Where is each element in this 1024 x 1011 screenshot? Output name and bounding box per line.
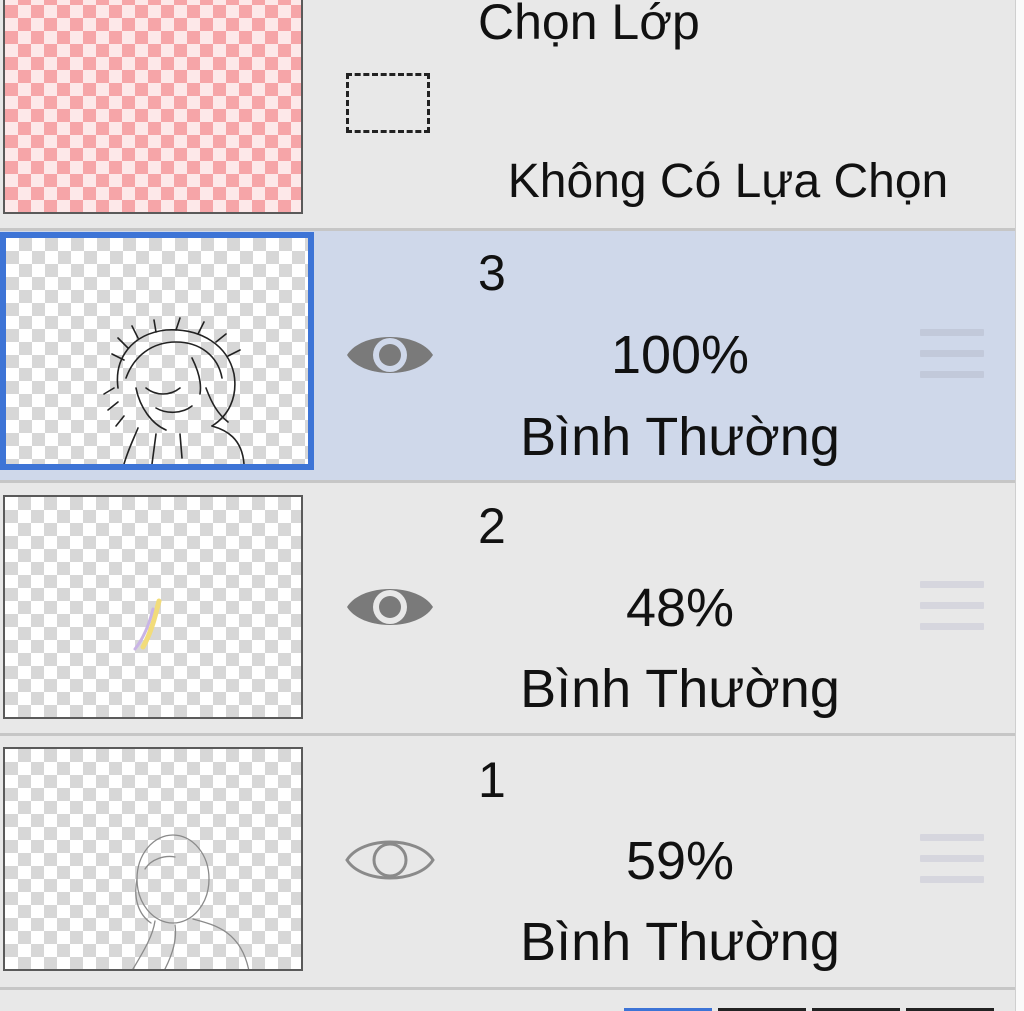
selection-status: Không Có Lựa Chọn [507,155,949,208]
layer-3-name: 3 [478,245,506,301]
layer-2-opacity[interactable]: 48% [470,578,890,638]
layer-3-opacity[interactable]: 100% [470,325,890,385]
sketch-figure-drawing [132,834,250,969]
panel-edge [1015,0,1024,1011]
visibility-eye-icon[interactable] [344,575,436,639]
layer-2-name: 2 [478,498,506,554]
layer-3-blend-mode[interactable]: Bình Thường [470,407,890,467]
layer-3-thumbnail[interactable] [0,232,314,470]
layer-row-2[interactable]: 2 48% Bình Thường [0,483,1016,736]
yellow-stroke-drawing [133,598,162,651]
layer-1-blend-mode[interactable]: Bình Thường [470,912,890,972]
selection-layer-thumbnail[interactable] [3,0,303,214]
layer-1-opacity[interactable]: 59% [470,831,890,891]
dashed-rectangle-icon [346,73,430,133]
layer-panel: Chọn Lớp Không Có Lựa Chọn 3 100% Bình T… [0,0,1024,1011]
drag-handle-icon[interactable] [920,581,984,637]
drag-handle-icon[interactable] [920,834,984,890]
selection-layer-row[interactable]: Chọn Lớp Không Có Lựa Chọn [0,0,1016,231]
sketch-head-drawing [103,317,245,464]
layer-2-blend-mode[interactable]: Bình Thường [470,659,890,719]
selection-layer-title: Chọn Lớp [478,0,700,50]
drag-handle-icon[interactable] [920,329,984,385]
layer-row-1[interactable]: 1 59% Bình Thường [0,736,1016,990]
layer-1-thumbnail[interactable] [3,747,303,971]
visibility-eye-off-icon[interactable] [344,828,436,892]
bottom-toolbar [0,990,1016,1011]
visibility-eye-icon[interactable] [344,323,436,387]
layer-1-name: 1 [478,752,506,808]
layer-2-thumbnail[interactable] [3,495,303,719]
layer-row-3[interactable]: 3 100% Bình Thường [0,231,1016,483]
